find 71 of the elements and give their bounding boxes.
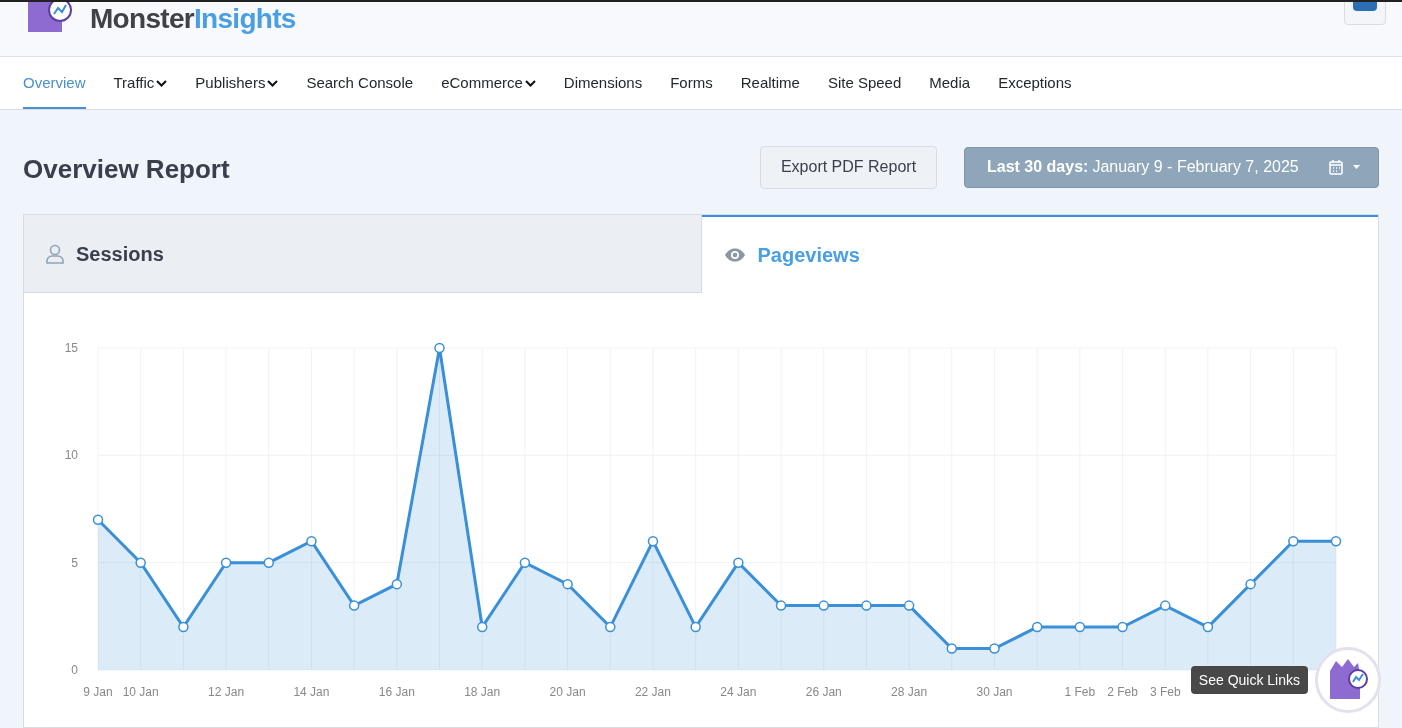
logo-text: Monster <box>90 3 194 34</box>
calendar-icon <box>1329 159 1343 175</box>
data-point <box>1202 621 1214 633</box>
data-point <box>562 578 573 590</box>
y-axis-label: 0 <box>71 663 78 677</box>
y-axis-label: 10 <box>64 448 78 463</box>
data-point <box>135 557 146 568</box>
data-point <box>220 557 232 568</box>
x-axis-label: 18 Jan <box>464 685 501 699</box>
data-point <box>1117 621 1128 633</box>
data-point <box>647 535 659 547</box>
nav-tab[interactable]: eCommerce <box>441 57 536 109</box>
x-axis-label: 10 Jan <box>122 685 159 699</box>
page-title: Overview Report <box>23 152 231 186</box>
nav-tab[interactable]: Overview <box>23 57 86 109</box>
data-point <box>1288 535 1299 547</box>
user-icon <box>46 243 64 264</box>
data-point <box>861 600 872 611</box>
data-point <box>519 557 531 568</box>
x-axis-label: 2 Feb <box>1107 685 1138 699</box>
nav-tab[interactable]: Forms <box>670 57 713 109</box>
data-point <box>1031 621 1043 633</box>
x-axis-label: 22 Jan <box>634 685 671 699</box>
nav-tab[interactable]: Traffic <box>113 57 168 109</box>
data-point <box>946 643 958 654</box>
x-axis-label: 30 Jan <box>976 685 1013 699</box>
x-axis-label: 12 Jan <box>208 685 245 699</box>
x-axis-label: 20 Jan <box>549 685 586 699</box>
y-axis-label: 15 <box>64 341 78 355</box>
x-axis-label: 16 Jan <box>378 685 415 699</box>
quick-links-tooltip: See Quick Links <box>1190 666 1308 694</box>
data-point <box>989 643 1000 654</box>
x-axis-label: 9 Jan <box>83 685 113 699</box>
logo-text: Insights <box>194 3 296 34</box>
data-point <box>733 557 744 568</box>
nav-tab[interactable]: Realtime <box>740 57 800 109</box>
data-point <box>903 600 915 611</box>
x-axis-label: 14 Jan <box>293 685 330 699</box>
x-axis-label: 1 Feb <box>1064 685 1096 699</box>
report-tab[interactable]: Sessions <box>24 215 702 293</box>
y-axis-label: 5 <box>71 555 78 570</box>
data-point <box>775 600 787 611</box>
data-point <box>1074 621 1086 633</box>
data-point <box>818 600 829 611</box>
x-axis-label: 3 Feb <box>1149 685 1181 699</box>
data-point <box>1160 600 1171 611</box>
nav-tab[interactable]: Search Console <box>306 57 414 109</box>
export-button[interactable]: Export PDF Report <box>760 145 937 189</box>
data-point <box>391 578 403 590</box>
caret-icon <box>1353 165 1360 169</box>
data-point <box>476 621 488 633</box>
nav-tab[interactable]: Exceptions <box>998 57 1072 109</box>
nav-tab[interactable]: Site Speed <box>827 57 902 109</box>
x-axis-label: 24 Jan <box>720 685 757 699</box>
data-point <box>1245 578 1256 590</box>
eye-icon <box>723 248 746 262</box>
data-point <box>348 600 360 611</box>
data-point <box>434 342 445 354</box>
data-point <box>605 621 616 633</box>
x-axis-label: 26 Jan <box>805 685 842 699</box>
x-axis-label: 28 Jan <box>891 685 928 699</box>
nav-tab[interactable]: Dimensions <box>563 57 643 109</box>
nav-tab[interactable]: Publishers <box>195 57 279 109</box>
data-point <box>263 557 274 568</box>
menu-button[interactable] <box>1344 2 1386 25</box>
data-point <box>92 514 104 525</box>
nav-tab[interactable]: Media <box>929 57 971 109</box>
data-point <box>690 621 701 633</box>
data-point <box>178 621 189 633</box>
data-point <box>1330 535 1342 547</box>
data-point <box>306 535 317 547</box>
